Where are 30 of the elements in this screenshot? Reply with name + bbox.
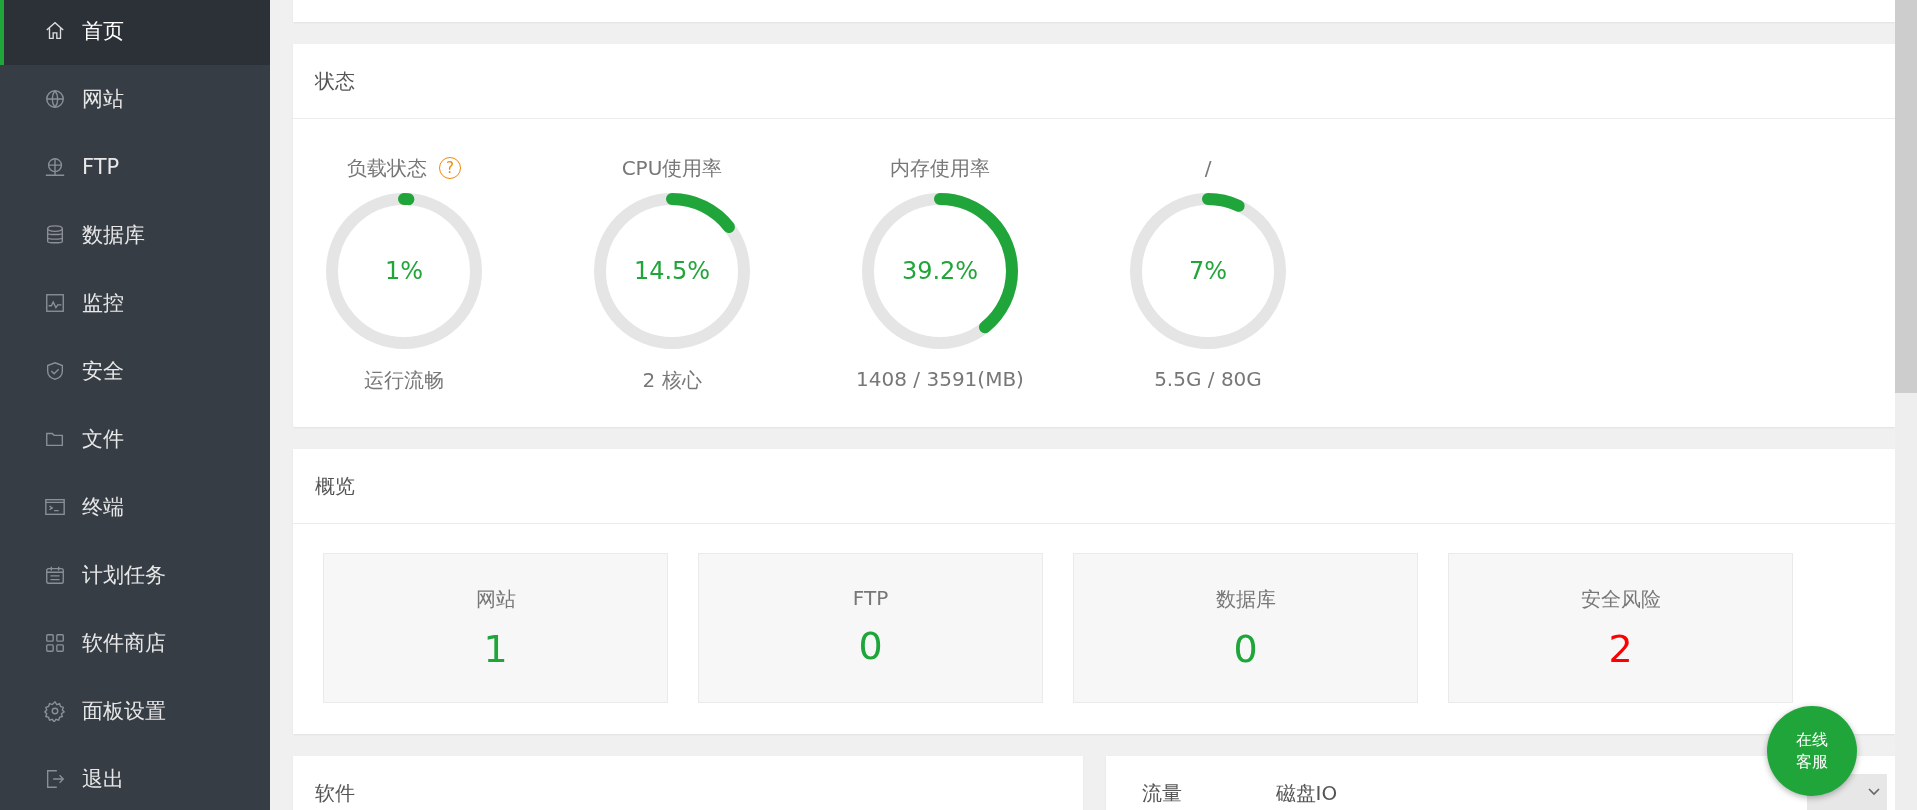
card-title: 状态 (315, 67, 355, 95)
card-title: 软件 (315, 783, 355, 803)
chart-tab[interactable]: 磁盘IO (1275, 783, 1338, 803)
gauge-title: 负载状态 (347, 154, 427, 182)
stat-tile[interactable]: 网站 1 (323, 553, 668, 703)
stat-tile[interactable]: FTP 0 (698, 553, 1043, 703)
stat-tile[interactable]: 数据库 0 (1073, 553, 1418, 703)
stat-tile[interactable]: 安全风险 2 (1448, 553, 1793, 703)
gauge-title: / (1204, 156, 1212, 180)
gauge-caption: 运行流畅 (364, 367, 444, 394)
card-title: 概览 (315, 472, 355, 500)
stat-value: 2 (1608, 627, 1633, 671)
stat-value: 0 (1233, 627, 1258, 671)
gauge-title: 内存使用率 (890, 154, 990, 182)
gauge-value: 1% (384, 257, 424, 285)
gauge-caption: 5.5G / 80G (1154, 367, 1262, 391)
gauge-value: 39.2% (901, 257, 979, 285)
stat-value: 1 (483, 627, 508, 671)
stat-label: 网站 (475, 586, 516, 613)
chart-tab[interactable]: 流量 (1141, 783, 1182, 803)
gauge-title: CPU使用率 (621, 154, 723, 182)
stat-label: 安全风险 (1580, 586, 1661, 613)
stat-label: FTP (852, 586, 889, 610)
gauge-value: 7% (1188, 257, 1228, 285)
sidebar-item[interactable]: 首页 (0, 0, 270, 65)
stat-label: 数据库 (1215, 586, 1276, 613)
gauge-caption: 1408 / 3591(MB) (856, 367, 1024, 391)
stat-value: 0 (858, 624, 883, 668)
gauge-caption: 2 核心 (642, 367, 702, 394)
gauge-value: 14.5% (633, 257, 711, 285)
